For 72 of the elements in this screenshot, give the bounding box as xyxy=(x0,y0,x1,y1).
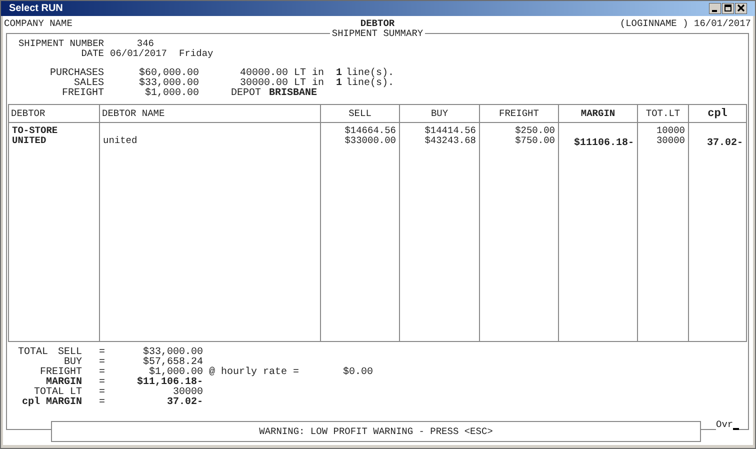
table-cell: $250.00 xyxy=(515,125,555,136)
column-header: TOT.LT xyxy=(646,108,680,118)
total-label: TOTAL LT xyxy=(34,388,82,398)
depot-value: BRISBANE xyxy=(269,89,318,99)
table-cell: $750.00 xyxy=(515,135,555,146)
maximize-button[interactable] xyxy=(722,3,734,14)
table-cell: UNITED xyxy=(12,135,46,146)
total-value: $57,658.24 xyxy=(143,357,204,368)
field-label: DATE xyxy=(80,49,104,59)
column-header: BUY xyxy=(430,108,448,118)
equals-sign: = xyxy=(99,358,106,368)
litres-value: 40000.00 LT in xyxy=(238,69,324,79)
column-header: cpl xyxy=(708,108,728,118)
company-name: COMPANY NAME xyxy=(4,18,74,28)
table-cell: TO-STORE xyxy=(12,125,58,136)
column-header: SELL xyxy=(348,108,372,118)
field-value: 06/01/2017 xyxy=(110,49,168,59)
column-header: MARGIN xyxy=(580,108,616,118)
field-value: Friday xyxy=(179,49,214,59)
table-cell: 10000 xyxy=(656,125,685,136)
warning-message: WARNING: LOW PROFIT WARNING - PRESS <ESC> xyxy=(259,426,493,436)
screen-title: DEBTOR xyxy=(360,18,395,28)
table-cell: united xyxy=(103,135,138,146)
count-unit: line(s). xyxy=(346,79,394,89)
total-label: cpl MARGIN xyxy=(20,398,82,408)
mode-indicator: Ovr xyxy=(716,420,734,430)
total-value: $33,000.00 xyxy=(143,347,204,358)
amount-value: $33,000.00 xyxy=(138,79,199,89)
total-value: 30000 xyxy=(173,387,204,398)
field-label: SALES xyxy=(74,79,104,89)
field-label: SHIPMENT NUMBER xyxy=(17,39,104,49)
equals-sign: = xyxy=(99,378,106,388)
field-label: PURCHASES xyxy=(48,69,104,79)
total-label: SELL xyxy=(58,348,82,358)
table-cell: $43243.68 xyxy=(424,135,476,146)
column-header: DEBTOR xyxy=(11,108,46,118)
field-value: 346 xyxy=(136,39,154,49)
close-button[interactable] xyxy=(735,3,747,14)
total-value: $11,106.18- xyxy=(137,377,204,388)
total-value: $1,000.00 xyxy=(149,367,204,378)
total-label: BUY xyxy=(64,358,82,368)
column-header: DEBTOR NAME xyxy=(102,108,165,118)
line-count: 1 xyxy=(336,69,342,79)
line-count: 1 xyxy=(336,79,342,89)
equals-sign: = xyxy=(99,398,106,408)
panel-caption: SHIPMENT SUMMARY xyxy=(330,29,424,38)
field-label: DEPOT xyxy=(231,89,262,99)
amount-value: $60,000.00 xyxy=(138,69,199,79)
table-cell: 30000 xyxy=(656,135,685,146)
user-date: (LOGINNAME ) 16/01/2017 xyxy=(618,18,751,28)
equals-sign: = xyxy=(99,368,106,378)
window-title: Select RUN xyxy=(9,4,63,14)
total-label: TOTAL xyxy=(18,348,48,358)
table-cell: $11106.18- xyxy=(574,138,634,149)
amount-value: $1,000.00 xyxy=(144,89,199,99)
text-cursor xyxy=(733,428,740,430)
table-cell: $33000.00 xyxy=(344,135,396,146)
count-unit: line(s). xyxy=(346,69,394,79)
total-label: FREIGHT xyxy=(38,368,82,378)
litres-value: 30000.00 LT in xyxy=(240,79,324,89)
total-value: 37.02- xyxy=(167,397,204,408)
total-label: MARGIN xyxy=(46,378,82,388)
column-header: FREIGHT xyxy=(499,108,539,118)
rate-label: @ hourly rate = xyxy=(209,368,300,378)
equals-sign: = xyxy=(99,348,106,358)
field-label: FREIGHT xyxy=(60,89,104,99)
table-cell: $14414.56 xyxy=(424,125,476,136)
minimize-button[interactable] xyxy=(709,3,721,14)
table-cell: 37.02- xyxy=(706,138,743,149)
table-cell: $14664.56 xyxy=(344,125,396,136)
equals-sign: = xyxy=(99,388,106,398)
rate-value: $0.00 xyxy=(343,368,374,378)
